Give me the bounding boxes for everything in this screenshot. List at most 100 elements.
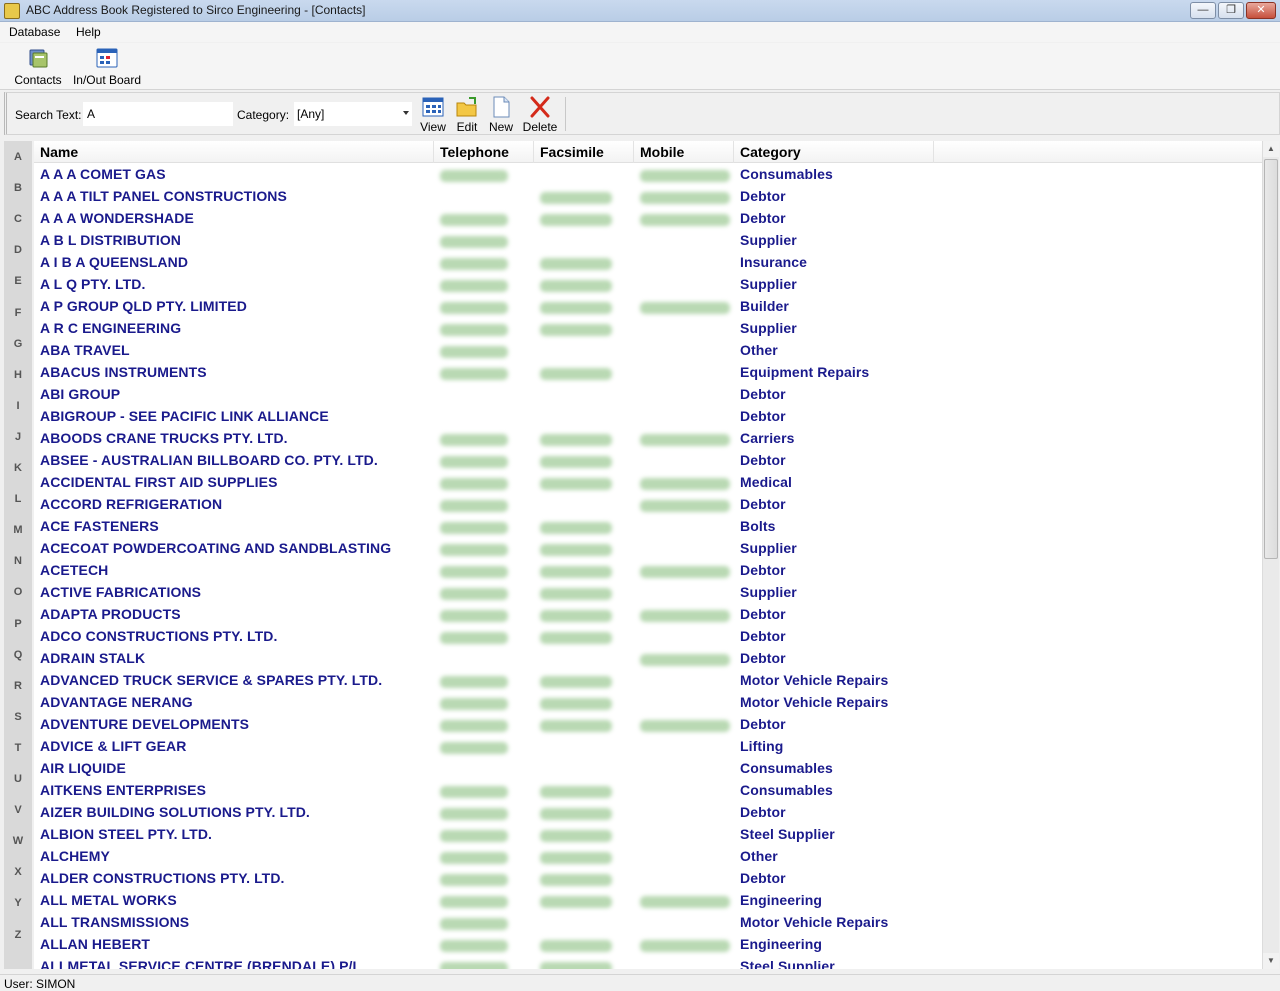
column-header-facsimile[interactable]: Facsimile — [534, 141, 634, 163]
table-row[interactable]: A L Q PTY. LTD. Supplier — [34, 274, 1262, 296]
table-row[interactable]: ABOODS CRANE TRUCKS PTY. LTD. Carriers — [34, 428, 1262, 450]
table-row[interactable]: ABACUS INSTRUMENTS Equipment Repairs — [34, 362, 1262, 384]
redacted-fax — [540, 280, 612, 292]
menu-database[interactable]: Database — [9, 25, 60, 39]
edit-button[interactable]: Edit — [451, 96, 483, 134]
alpha-index-k[interactable]: K — [4, 462, 32, 474]
alpha-index-r[interactable]: R — [4, 680, 32, 692]
table-row[interactable]: ADCO CONSTRUCTIONS PTY. LTD. Debtor — [34, 626, 1262, 648]
table-row[interactable]: ACE FASTENERS Bolts — [34, 516, 1262, 538]
column-header-category[interactable]: Category — [734, 141, 934, 163]
delete-x-icon — [530, 96, 550, 118]
table-row[interactable]: AIZER BUILDING SOLUTIONS PTY. LTD. Debtor — [34, 802, 1262, 824]
alpha-index-e[interactable]: E — [4, 275, 32, 287]
table-row[interactable]: A A A TILT PANEL CONSTRUCTIONS Debtor — [34, 186, 1262, 208]
category-select[interactable]: [Any] — [294, 102, 412, 126]
table-row[interactable]: ACCIDENTAL FIRST AID SUPPLIES Medical — [34, 472, 1262, 494]
table-row[interactable]: ALLMETAL SERVICE CENTRE (BRENDALE) P/L St… — [34, 956, 1262, 969]
close-button[interactable]: ✕ — [1246, 2, 1276, 19]
table-row[interactable]: ACECOAT POWDERCOATING AND SANDBLASTING Su… — [34, 538, 1262, 560]
contact-category: Builder — [740, 298, 789, 314]
redacted-tel — [440, 368, 508, 380]
table-row[interactable]: ALL TRANSMISSIONS Motor Vehicle Repairs — [34, 912, 1262, 934]
table-row[interactable]: ADVANTAGE NERANG Motor Vehicle Repairs — [34, 692, 1262, 714]
contacts-button[interactable]: Contacts — [12, 47, 64, 87]
table-row[interactable]: ALLAN HEBERT Engineering — [34, 934, 1262, 956]
alpha-index-x[interactable]: X — [4, 866, 32, 878]
vertical-scrollbar[interactable]: ▲ ▼ — [1262, 141, 1279, 969]
redacted-fax — [540, 566, 612, 578]
new-button[interactable]: New — [485, 96, 517, 134]
alpha-index-g[interactable]: G — [4, 338, 32, 350]
alpha-index-l[interactable]: L — [4, 493, 32, 505]
alpha-index-f[interactable]: F — [4, 307, 32, 319]
redacted-fax — [540, 324, 612, 336]
alpha-index-i[interactable]: I — [4, 400, 32, 412]
alpha-index-o[interactable]: O — [4, 586, 32, 598]
scroll-down-arrow-icon[interactable]: ▼ — [1263, 953, 1279, 969]
alpha-index-z[interactable]: Z — [4, 929, 32, 941]
table-row[interactable]: ADVICE & LIFT GEAR Lifting — [34, 736, 1262, 758]
column-header-telephone[interactable]: Telephone — [434, 141, 534, 163]
alpha-index-b[interactable]: B — [4, 182, 32, 194]
contact-name: ACCIDENTAL FIRST AID SUPPLIES — [40, 474, 278, 490]
alpha-index-j[interactable]: J — [4, 431, 32, 443]
alpha-index-q[interactable]: Q — [4, 649, 32, 661]
table-row[interactable]: AIR LIQUIDE Consumables — [34, 758, 1262, 780]
table-row[interactable]: A R C ENGINEERING Supplier — [34, 318, 1262, 340]
scrollbar-thumb[interactable] — [1264, 159, 1278, 559]
table-row[interactable]: ACCORD REFRIGERATION Debtor — [34, 494, 1262, 516]
alpha-index-h[interactable]: H — [4, 369, 32, 381]
table-row[interactable]: ADVANCED TRUCK SERVICE & SPARES PTY. LTD… — [34, 670, 1262, 692]
table-row[interactable]: A P GROUP QLD PTY. LIMITED Builder — [34, 296, 1262, 318]
contact-name: A I B A QUEENSLAND — [40, 254, 189, 270]
table-row[interactable]: ABIGROUP - SEE PACIFIC LINK ALLIANCE Debt… — [34, 406, 1262, 428]
column-header-mobile[interactable]: Mobile — [634, 141, 734, 163]
table-row[interactable]: A I B A QUEENSLAND Insurance — [34, 252, 1262, 274]
table-row[interactable]: A B L DISTRIBUTION Supplier — [34, 230, 1262, 252]
alpha-index-s[interactable]: S — [4, 711, 32, 723]
redacted-mob — [640, 214, 730, 226]
category-select-value: [Any] — [297, 107, 325, 121]
alpha-index-v[interactable]: V — [4, 804, 32, 816]
redacted-fax — [540, 302, 612, 314]
table-row[interactable]: ABI GROUP Debtor — [34, 384, 1262, 406]
restore-button[interactable]: ❐ — [1218, 2, 1244, 19]
table-row[interactable]: ABSEE - AUSTRALIAN BILLBOARD CO. PTY. LT… — [34, 450, 1262, 472]
table-row[interactable]: ABA TRAVEL Other — [34, 340, 1262, 362]
table-row[interactable]: ACETECH Debtor — [34, 560, 1262, 582]
alpha-index-c[interactable]: C — [4, 213, 32, 225]
alpha-index-m[interactable]: M — [4, 524, 32, 536]
alpha-index-w[interactable]: W — [4, 835, 32, 847]
table-row[interactable]: ACTIVE FABRICATIONS Supplier — [34, 582, 1262, 604]
table-row[interactable]: ALCHEMY Other — [34, 846, 1262, 868]
table-row[interactable]: ADVENTURE DEVELOPMENTS Debtor — [34, 714, 1262, 736]
alpha-index-a[interactable]: A — [4, 151, 32, 163]
view-button[interactable]: View — [417, 96, 449, 134]
table-row[interactable]: ADAPTA PRODUCTS Debtor — [34, 604, 1262, 626]
redacted-tel — [440, 632, 508, 644]
alpha-index-y[interactable]: Y — [4, 897, 32, 909]
alpha-index-u[interactable]: U — [4, 773, 32, 785]
alpha-index-n[interactable]: N — [4, 555, 32, 567]
table-row[interactable]: ADRAIN STALK Debtor — [34, 648, 1262, 670]
search-input[interactable] — [83, 102, 233, 126]
contact-name: ADVENTURE DEVELOPMENTS — [40, 716, 250, 732]
inout-board-button[interactable]: In/Out Board — [70, 47, 144, 87]
table-row[interactable]: AITKENS ENTERPRISES Consumables — [34, 780, 1262, 802]
alpha-index-t[interactable]: T — [4, 742, 32, 754]
column-header-name[interactable]: Name — [34, 141, 434, 163]
table-row[interactable]: A A A WONDERSHADE Debtor — [34, 208, 1262, 230]
menu-help[interactable]: Help — [76, 25, 101, 39]
table-row[interactable]: ALL METAL WORKS Engineering — [34, 890, 1262, 912]
minimize-button[interactable]: — — [1190, 2, 1216, 19]
table-row[interactable]: ALDER CONSTRUCTIONS PTY. LTD. Debtor — [34, 868, 1262, 890]
chevron-down-icon — [403, 111, 409, 115]
contact-name: AITKENS ENTERPRISES — [40, 782, 207, 798]
alpha-index-p[interactable]: P — [4, 618, 32, 630]
alpha-index-d[interactable]: D — [4, 244, 32, 256]
table-row[interactable]: ALBION STEEL PTY. LTD. Steel Supplier — [34, 824, 1262, 846]
scroll-up-arrow-icon[interactable]: ▲ — [1263, 141, 1279, 157]
table-row[interactable]: A A A COMET GAS Consumables — [34, 164, 1262, 186]
delete-button[interactable]: Delete — [521, 96, 559, 134]
